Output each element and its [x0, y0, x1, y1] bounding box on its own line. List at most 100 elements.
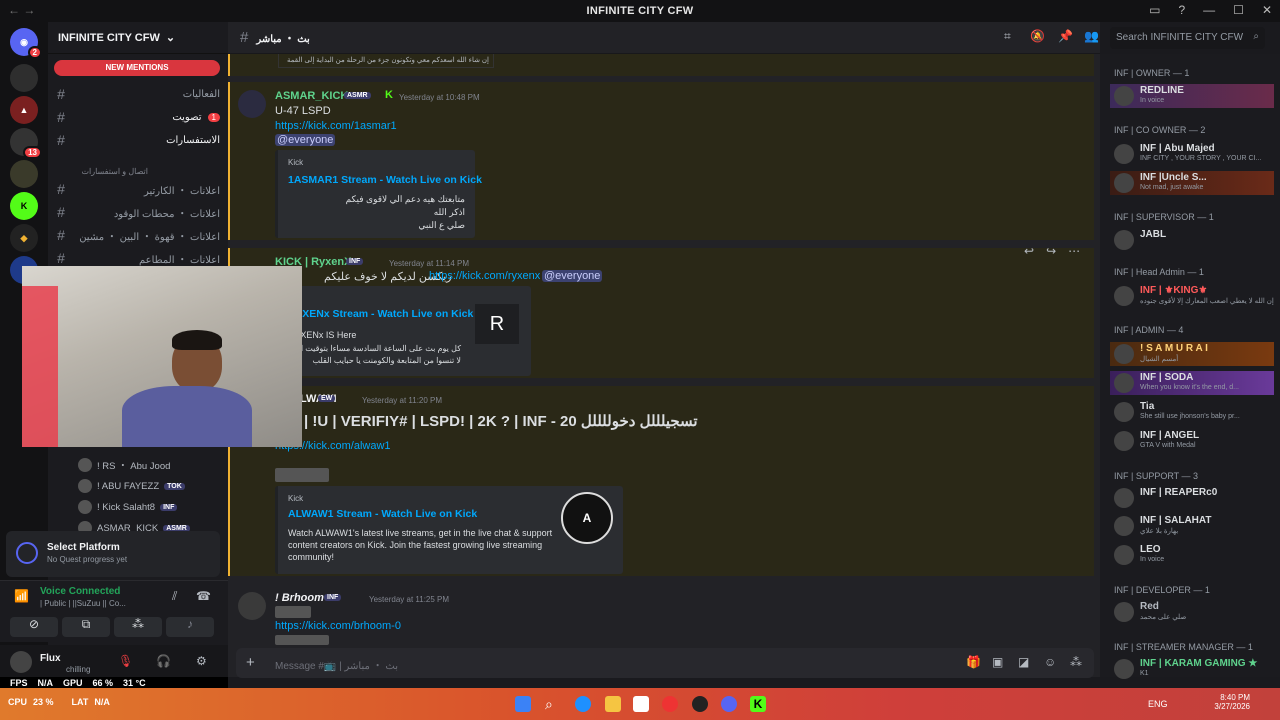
file-explorer-icon[interactable] — [605, 696, 621, 712]
channel-item[interactable]: # اعلانات ・ قهوة ・ البين ・ مشين — [54, 225, 220, 245]
help-icon[interactable]: ? — [1178, 3, 1185, 17]
embed-title[interactable]: RYXENx Stream - Watch Live on Kick — [288, 308, 473, 320]
mute-icon[interactable]: 🎙 — [118, 654, 133, 668]
clock[interactable]: 8:40 PM 3/27/2026 — [1214, 693, 1250, 711]
gif-icon[interactable]: ▣ — [992, 655, 1003, 669]
pin-icon[interactable]: 📌 — [1058, 29, 1073, 43]
threads-icon[interactable]: ⌗ — [1004, 29, 1011, 44]
sticker-icon[interactable]: ◪ — [1018, 655, 1029, 669]
channel-item[interactable]: # الفعاليات — [54, 84, 220, 104]
kick-icon[interactable]: K — [750, 696, 766, 712]
app-icon[interactable] — [692, 696, 708, 712]
home-icon[interactable]: ◉ 2 — [10, 28, 42, 59]
spoiler-block[interactable] — [275, 606, 311, 618]
channel-item[interactable]: # الاستفسارات — [54, 130, 220, 150]
edge-icon[interactable] — [575, 696, 591, 712]
member-item[interactable]: INF | ⚜KING⚜ إن الله لا يعطي اصعب المعارك… — [1110, 284, 1274, 308]
gift-icon[interactable]: 🎁 — [966, 655, 981, 669]
voice-user[interactable]: ! ABU FAYEZZ TOK — [78, 479, 228, 493]
voice-user[interactable]: ! RS ・ Abu Jood — [78, 458, 228, 472]
message-composer[interactable]: + Message #📺 | بث ・ مباشر 🎁 ▣ ◪ ☺ ⁂ — [236, 648, 1094, 678]
quest-panel[interactable]: Select Platform No Quest progress yet — [6, 531, 220, 577]
search-icon[interactable]: ⌕ — [545, 696, 561, 712]
more-icon[interactable]: ⋯ — [1068, 244, 1080, 258]
voice-user[interactable]: ! Kick Salaht8 INF — [78, 500, 228, 514]
hash-icon: # — [57, 181, 65, 197]
message-link[interactable]: https://kick.com/brhoom-0 — [275, 620, 401, 632]
spoiler-block[interactable] — [275, 635, 329, 645]
channel-item[interactable]: # تصويت 1 — [54, 107, 220, 127]
avatar — [78, 479, 92, 493]
member-item[interactable]: LEO In voice — [1110, 543, 1274, 567]
new-mentions-pill[interactable]: NEW MENTIONS — [54, 60, 220, 76]
link-embed: Kick 1ASMAR1 Stream - Watch Live on Kick… — [275, 150, 482, 238]
timestamp: Yesterday at 11:20 PM — [362, 396, 443, 405]
channel-item[interactable]: # اعلانات ・ المطاعم — [54, 248, 220, 268]
noise-suppression-icon[interactable]: ⫽ — [172, 589, 177, 604]
member-item[interactable]: Tia She still use jhonson's baby pr... — [1110, 400, 1274, 424]
spoiler-block[interactable] — [275, 468, 329, 482]
message-link[interactable]: https://kick.com/1asmar1 — [275, 120, 397, 132]
message-username[interactable]: ! Brhoom — [275, 592, 324, 604]
apps-icon[interactable]: ⁂ — [1070, 655, 1082, 669]
start-icon[interactable] — [515, 696, 531, 712]
reply-icon[interactable]: ↩ — [1024, 244, 1034, 258]
discord-icon[interactable] — [721, 696, 737, 712]
message-link[interactable]: https://kick.com/ryxenx — [429, 270, 540, 282]
message-input[interactable]: Message #📺 | بث ・ مباشر — [275, 657, 398, 672]
maximize-button[interactable]: ☐ — [1233, 3, 1244, 17]
avatar[interactable] — [238, 90, 266, 118]
channel-item[interactable]: # اعلانات ・ الكارتير — [54, 179, 220, 199]
member-item[interactable]: Red صلي على محمد — [1110, 600, 1274, 624]
disconnect-icon[interactable]: ☎ — [196, 589, 211, 603]
server-tag: EW — [318, 395, 336, 402]
server-header[interactable]: INFINITE CITY CFW ⌄ — [48, 22, 228, 54]
activities-button[interactable]: ⁂ — [114, 617, 162, 637]
member-item[interactable]: JABL — [1110, 228, 1274, 252]
embed-title[interactable]: 1ASMAR1 Stream - Watch Live on Kick — [288, 174, 482, 186]
message-username[interactable]: ASMAR_KICK — [275, 90, 348, 102]
voice-status[interactable]: Voice Connected — [40, 586, 120, 597]
member-item[interactable]: INF | SALAHAT بهارة بلا علاي — [1110, 514, 1274, 538]
server-tag: INF — [324, 594, 342, 601]
store-icon[interactable] — [633, 696, 649, 712]
screen-share-button[interactable]: ⧉ — [62, 617, 110, 637]
voice-channel[interactable]: | Public | ||SuZuu || Co... — [40, 599, 126, 608]
camera-button[interactable]: ⊘ — [10, 617, 58, 637]
avatar[interactable] — [10, 651, 32, 673]
channel-category[interactable]: اتصال و استفسارات — [58, 167, 148, 176]
member-item[interactable]: INF | Abu Majed INF CITY , YOUR STORY , Y… — [1110, 142, 1274, 166]
settings-gear-icon[interactable]: ⚙ — [196, 654, 207, 668]
language-indicator[interactable]: ENG — [1148, 699, 1168, 709]
server-icon[interactable]: 13 — [10, 128, 42, 159]
server-icon[interactable] — [10, 160, 38, 188]
server-icon[interactable] — [10, 64, 38, 92]
deafen-icon[interactable]: 🎧 — [156, 654, 171, 668]
kick-server-icon[interactable]: K — [10, 192, 38, 220]
everyone-mention[interactable]: @everyone — [275, 134, 336, 146]
close-button[interactable]: ✕ — [1262, 3, 1272, 17]
search-input[interactable]: Search INFINITE CITY CFW ⌕ — [1110, 27, 1265, 49]
soundboard-button[interactable]: ♪ — [166, 617, 214, 637]
attach-plus-icon[interactable]: + — [246, 654, 255, 671]
member-item[interactable]: INF |Uncle S... Not mad, just awake — [1110, 171, 1274, 195]
everyone-mention[interactable]: @everyone — [542, 270, 603, 282]
embed-title[interactable]: ALWAW1 Stream - Watch Live on Kick — [288, 508, 477, 520]
server-icon[interactable]: ▲ — [10, 96, 38, 124]
member-list-icon[interactable]: 👥 — [1084, 29, 1099, 43]
member-item[interactable]: REDLINE In voice — [1110, 84, 1274, 108]
forward-icon[interactable]: ↪ — [1046, 244, 1056, 258]
member-item[interactable]: INF | REAPERc0 — [1110, 486, 1274, 510]
minimize-button[interactable]: — — [1203, 3, 1215, 17]
notification-bell-icon[interactable]: 🔕 — [1030, 29, 1045, 43]
member-item[interactable]: ! S A M U R A I أمسم الشيال — [1110, 342, 1274, 366]
member-item[interactable]: INF | KARAM GAMING ★ K1 — [1110, 657, 1274, 679]
member-item[interactable]: INF | SODA When you know it's the end, d.… — [1110, 371, 1274, 395]
server-icon[interactable]: ◆ — [10, 224, 38, 252]
channel-item[interactable]: # اعلانات ・ محطات الوقود — [54, 202, 220, 222]
avatar[interactable] — [238, 592, 266, 620]
inbox-icon[interactable]: ▭ — [1149, 3, 1160, 17]
chrome-icon[interactable] — [662, 696, 678, 712]
member-item[interactable]: INF | ANGEL GTA V with Medal — [1110, 429, 1274, 453]
emoji-icon[interactable]: ☺ — [1044, 655, 1056, 669]
